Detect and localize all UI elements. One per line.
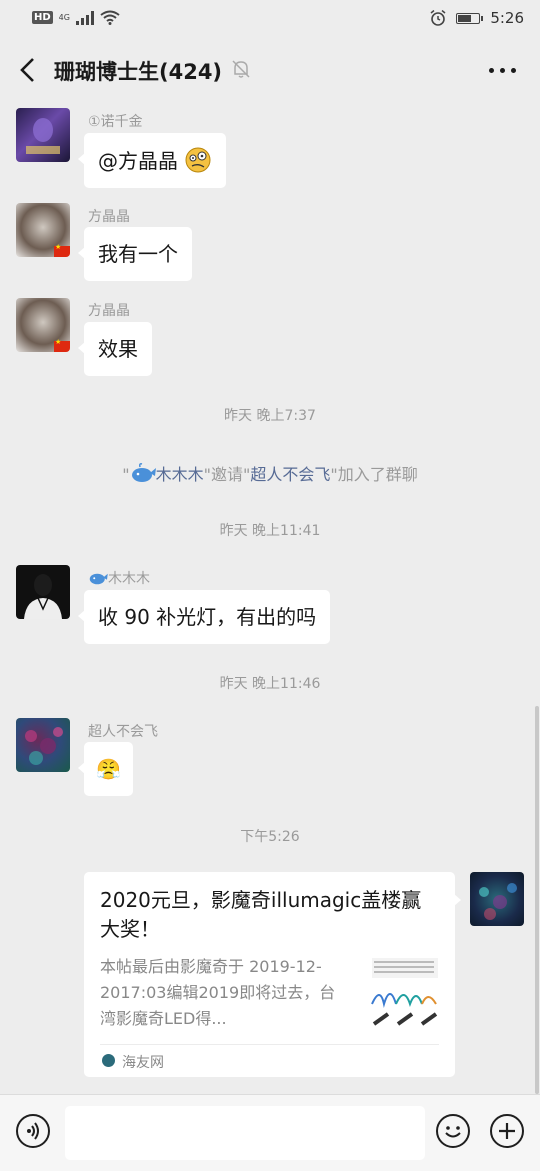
link-card[interactable]: 2020元旦，影魔奇illumagic盖楼赢大奖！ 本帖最后由影魔奇于 2019… — [84, 872, 461, 1077]
battery-icon — [456, 12, 484, 24]
whale-icon — [131, 463, 156, 482]
message-bubble[interactable]: 我有一个 — [78, 227, 192, 281]
avatar[interactable] — [16, 298, 70, 352]
card-description: 本帖最后由影魔奇于 2019-12-2017:03编辑2019即将过去，台湾影魔… — [100, 957, 336, 1028]
avatar[interactable] — [16, 203, 70, 257]
card-source: 海友网 — [122, 1055, 164, 1071]
avatar[interactable] — [16, 565, 70, 619]
sender-name: 木木木 — [88, 568, 150, 588]
add-button[interactable] — [490, 1114, 524, 1148]
whale-icon — [89, 573, 108, 585]
chat-header: 珊瑚博士生(424) — [0, 40, 540, 102]
more-options-button[interactable] — [489, 68, 516, 73]
divider — [100, 1044, 439, 1045]
china-flag-icon — [54, 338, 70, 352]
hd-badge: HD — [32, 11, 53, 24]
voice-button[interactable] — [16, 1114, 50, 1148]
message-input[interactable] — [65, 1106, 425, 1160]
plus-icon — [499, 1123, 515, 1139]
avatar[interactable] — [16, 108, 70, 162]
sender-name: ①诺千金 — [88, 114, 143, 130]
invitee-link[interactable]: 超人不会飞 — [250, 465, 330, 484]
message-bubble[interactable]: 😤 — [78, 742, 133, 796]
avatar[interactable] — [16, 718, 70, 772]
timestamp: 昨天 晚上11:41 — [219, 523, 321, 539]
sender-name: 超人不会飞 — [88, 724, 158, 740]
emoji-button[interactable] — [436, 1114, 470, 1148]
confused-emoji-icon — [185, 147, 211, 173]
timestamp: 昨天 晚上11:46 — [219, 676, 321, 692]
signal-icon — [75, 10, 94, 25]
network-label: 4G — [58, 12, 70, 22]
voice-icon — [27, 1122, 39, 1140]
source-logo-icon — [102, 1054, 115, 1067]
sender-name: 方晶晶 — [88, 209, 130, 225]
back-arrow-icon[interactable] — [14, 54, 42, 86]
message-bubble[interactable]: 效果 — [78, 322, 152, 376]
message-text: 😤 — [96, 757, 121, 781]
sender-name: 方晶晶 — [88, 303, 130, 319]
china-flag-icon — [54, 243, 70, 257]
message-text: 我有一个 — [98, 242, 178, 266]
message-text: 收 90 补光灯，有出的吗 — [98, 605, 317, 629]
system-notice: " 木木木"邀请"超人不会飞"加入了群聊 — [122, 463, 418, 484]
message-text: 效果 — [98, 337, 138, 361]
status-bar: HD 4G 5:26 — [0, 0, 540, 38]
input-bar — [0, 1094, 540, 1171]
chat-title: 珊瑚博士生(424) — [54, 60, 223, 84]
scrollbar[interactable] — [535, 706, 539, 1094]
alarm-icon — [430, 10, 446, 26]
timestamp: 昨天 晚上7:37 — [224, 408, 316, 424]
smiley-icon — [445, 1126, 461, 1138]
card-thumbnail — [370, 956, 440, 1028]
message-bubble[interactable]: @方晶晶 — [77, 133, 227, 188]
clock: 5:26 — [490, 9, 524, 27]
mute-bell-icon — [232, 60, 250, 78]
message-bubble[interactable]: 收 90 补光灯，有出的吗 — [77, 590, 331, 644]
inviter-link[interactable]: 木木木 — [156, 465, 204, 484]
wifi-icon — [100, 10, 120, 25]
timestamp: 下午5:26 — [240, 829, 300, 845]
self-avatar[interactable] — [470, 872, 524, 926]
message-text: @方晶晶 — [98, 149, 185, 173]
card-title: 2020元旦，影魔奇illumagic盖楼赢大奖！ — [100, 888, 422, 941]
